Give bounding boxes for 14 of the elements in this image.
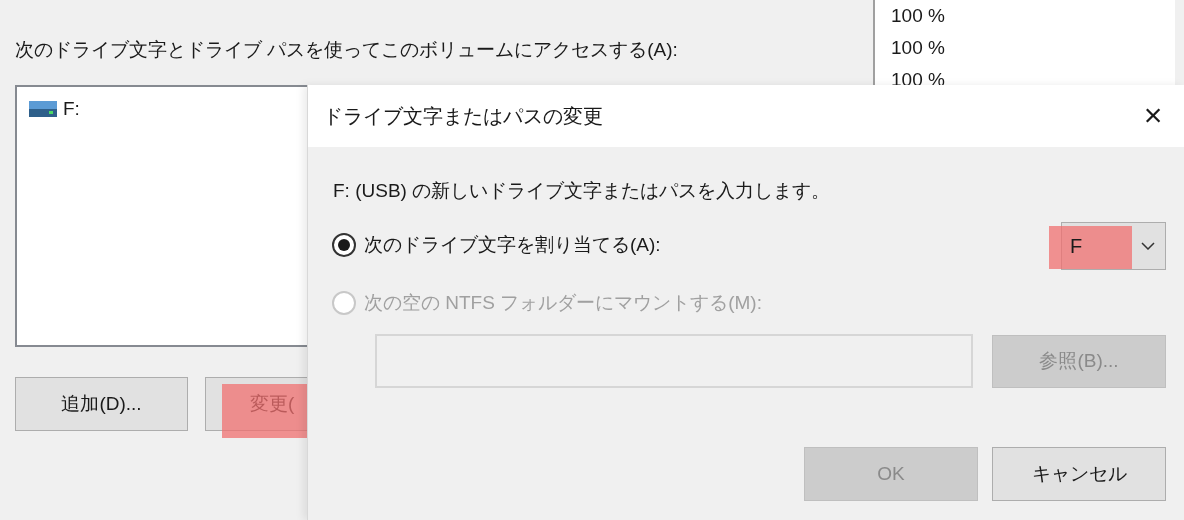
radio-label: 次の空の NTFS フォルダーにマウントする(M): [364,291,762,315]
radio-label: 次のドライブ文字を割り当てる(A): [364,233,661,257]
chevron-down-icon [1141,242,1155,250]
volume-item[interactable]: F: [27,95,82,124]
cancel-button[interactable]: キャンセル [992,447,1166,501]
dialog-title: ドライブ文字またはパスの変更 [323,104,603,129]
dialog-prompt: F: (USB) の新しいドライブ文字またはパスを入力します。 [333,179,831,203]
percentage-text: 100 % [891,36,945,60]
add-button[interactable]: 追加(D)... [15,377,188,431]
radio-button[interactable] [332,233,356,258]
percentage-text: 100 % [891,4,945,28]
volume-access-label: 次のドライブ文字とドライブ パスを使ってこのボリュームにアクセスする(A): [15,38,678,62]
close-button[interactable]: × [1138,99,1168,131]
drive-icon [29,101,57,118]
